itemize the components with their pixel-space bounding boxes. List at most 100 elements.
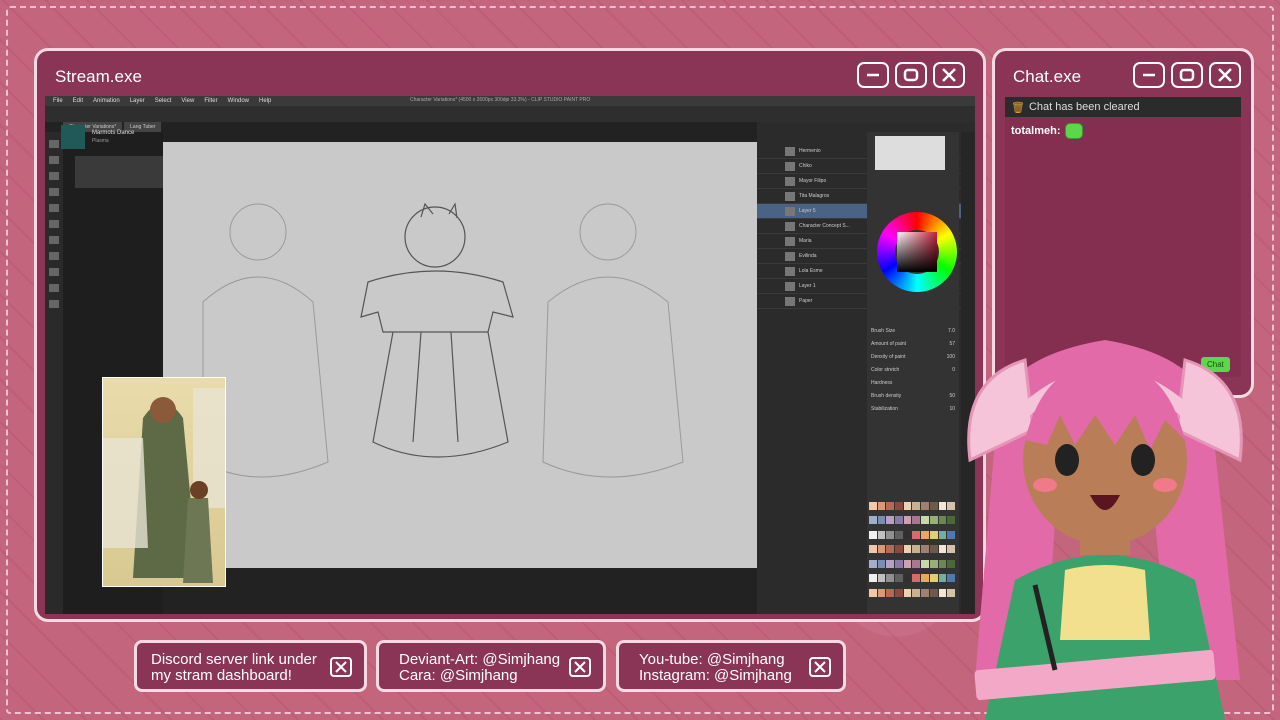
color-swatch[interactable]	[886, 545, 895, 554]
color-swatch[interactable]	[929, 530, 938, 539]
tool-icon[interactable]	[49, 220, 59, 228]
color-swatch[interactable]	[895, 545, 903, 554]
tool-icon[interactable]	[49, 236, 59, 244]
color-history-palette[interactable]	[869, 502, 955, 602]
color-swatch[interactable]	[938, 516, 947, 525]
color-swatch[interactable]	[895, 530, 903, 539]
color-swatch[interactable]	[947, 559, 955, 568]
color-swatch[interactable]	[912, 545, 921, 554]
close-button[interactable]	[569, 657, 591, 677]
tool-icon[interactable]	[49, 284, 59, 292]
tool-icon[interactable]	[49, 156, 59, 164]
tool-icon[interactable]	[49, 140, 59, 148]
color-swatch[interactable]	[903, 502, 912, 510]
menu-help[interactable]: Help	[259, 98, 271, 104]
color-swatch[interactable]	[938, 574, 947, 583]
color-swatch[interactable]	[903, 530, 912, 539]
color-swatch[interactable]	[921, 559, 929, 568]
color-swatch[interactable]	[921, 530, 929, 539]
maximize-button[interactable]	[895, 62, 927, 88]
color-swatch[interactable]	[947, 530, 955, 539]
tool-icon[interactable]	[49, 300, 59, 308]
color-swatch[interactable]	[938, 559, 947, 568]
color-swatch[interactable]	[869, 559, 877, 568]
menu-view[interactable]: View	[181, 98, 194, 104]
menu-window[interactable]: Window	[228, 98, 249, 104]
color-swatch[interactable]	[912, 559, 921, 568]
color-swatch[interactable]	[869, 574, 877, 583]
color-swatch[interactable]	[929, 559, 938, 568]
color-swatch[interactable]	[938, 545, 947, 554]
color-swatch[interactable]	[947, 502, 955, 510]
menu-animation[interactable]: Animation	[93, 98, 120, 104]
prop-row[interactable]: Stabilization 10	[871, 406, 955, 419]
color-swatch[interactable]	[877, 516, 886, 525]
color-swatch[interactable]	[903, 588, 912, 597]
close-button[interactable]	[809, 657, 831, 677]
color-swatch[interactable]	[869, 588, 877, 597]
color-swatch[interactable]	[895, 516, 903, 525]
color-swatch[interactable]	[903, 559, 912, 568]
color-swatch[interactable]	[886, 559, 895, 568]
color-swatch[interactable]	[947, 545, 955, 554]
minimize-button[interactable]	[1133, 62, 1165, 88]
menu-file[interactable]: File	[53, 98, 63, 104]
color-swatch[interactable]	[877, 530, 886, 539]
color-swatch[interactable]	[929, 516, 938, 525]
color-swatch[interactable]	[895, 502, 903, 510]
menu-layer[interactable]: Layer	[130, 98, 145, 104]
color-square[interactable]	[897, 232, 937, 272]
close-button[interactable]	[330, 657, 352, 677]
drawing-canvas[interactable]	[163, 142, 757, 568]
color-swatch[interactable]	[947, 516, 955, 525]
color-swatch[interactable]	[947, 574, 955, 583]
color-swatch[interactable]	[895, 559, 903, 568]
menu-select[interactable]: Select	[155, 98, 172, 104]
color-swatch[interactable]	[903, 545, 912, 554]
color-swatch[interactable]	[869, 516, 877, 525]
close-button[interactable]	[933, 62, 965, 88]
tool-icon[interactable]	[49, 252, 59, 260]
color-swatch[interactable]	[921, 516, 929, 525]
color-swatch[interactable]	[929, 574, 938, 583]
color-swatch[interactable]	[886, 530, 895, 539]
color-swatch[interactable]	[895, 574, 903, 583]
prop-row[interactable]: Density of paint 100	[871, 354, 955, 367]
menu-filter[interactable]: Filter	[204, 98, 217, 104]
color-swatch[interactable]	[921, 574, 929, 583]
tool-icon[interactable]	[49, 172, 59, 180]
color-swatch[interactable]	[929, 502, 938, 510]
color-swatch[interactable]	[903, 516, 912, 525]
color-swatch[interactable]	[912, 516, 921, 525]
prop-row[interactable]: Brush density 50	[871, 393, 955, 406]
color-swatch[interactable]	[947, 588, 955, 597]
prop-row[interactable]: Hardness	[871, 380, 955, 393]
color-swatch[interactable]	[886, 588, 895, 597]
color-swatch[interactable]	[938, 530, 947, 539]
tool-icon[interactable]	[49, 268, 59, 276]
color-swatch[interactable]	[929, 588, 938, 597]
color-swatch[interactable]	[886, 516, 895, 525]
color-swatch[interactable]	[877, 559, 886, 568]
color-swatch[interactable]	[912, 530, 921, 539]
color-swatch[interactable]	[877, 574, 886, 583]
color-swatch[interactable]	[921, 588, 929, 597]
color-swatch[interactable]	[877, 502, 886, 510]
tool-icon[interactable]	[49, 204, 59, 212]
color-swatch[interactable]	[903, 574, 912, 583]
color-swatch[interactable]	[895, 588, 903, 597]
color-swatch[interactable]	[938, 588, 947, 597]
menu-edit[interactable]: Edit	[73, 98, 83, 104]
color-swatch[interactable]	[869, 545, 877, 554]
color-swatch[interactable]	[886, 574, 895, 583]
minimize-button[interactable]	[857, 62, 889, 88]
color-swatch[interactable]	[877, 545, 886, 554]
color-swatch[interactable]	[886, 502, 895, 510]
close-button[interactable]	[1209, 62, 1241, 88]
color-swatch[interactable]	[929, 545, 938, 554]
color-swatch[interactable]	[869, 502, 877, 510]
color-swatch[interactable]	[869, 530, 877, 539]
maximize-button[interactable]	[1171, 62, 1203, 88]
color-swatch[interactable]	[938, 502, 947, 510]
color-swatch[interactable]	[921, 545, 929, 554]
